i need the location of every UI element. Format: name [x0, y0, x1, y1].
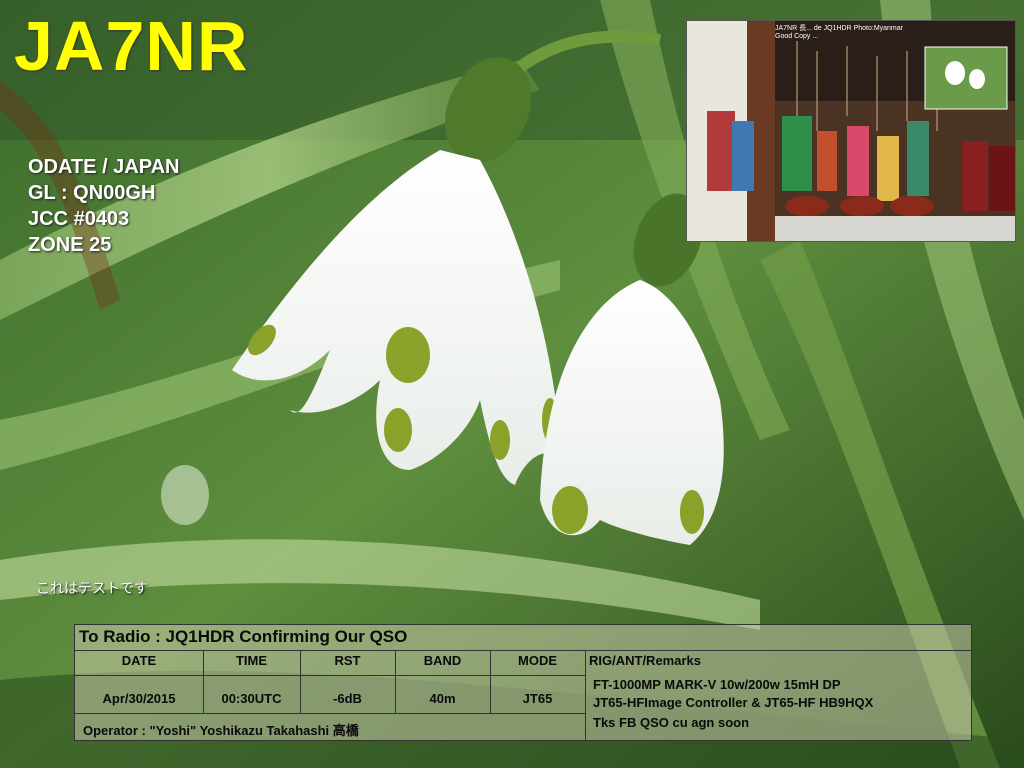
- value-rst: -6dB: [333, 691, 362, 706]
- value-date: Apr/30/2015: [102, 691, 176, 706]
- test-note: これはテストです: [36, 580, 148, 596]
- header-time: TIME: [235, 653, 268, 668]
- header-mode: MODE: [518, 653, 557, 668]
- divider: [585, 650, 586, 740]
- header-band: BAND: [423, 653, 462, 668]
- value-mode: JT65: [522, 691, 553, 706]
- station-zone: ZONE 25: [28, 234, 112, 256]
- divider: [75, 713, 585, 714]
- remark-message: Tks FB QSO cu agn soon: [593, 715, 750, 730]
- station-jcc: JCC #0403: [28, 208, 130, 230]
- value-time: 00:30UTC: [221, 691, 282, 706]
- callsign-title: JA7NR: [14, 7, 249, 85]
- header-remarks: RIG/ANT/Remarks: [589, 653, 701, 668]
- header-rst: RST: [334, 653, 361, 668]
- header-date: DATE: [121, 653, 157, 668]
- station-info: ODATE / JAPAN GL : QN00GH JCC #0403 ZONE…: [28, 154, 180, 258]
- inset-caption-line2: Good Copy ...: [775, 33, 819, 40]
- station-location: ODATE / JAPAN: [28, 156, 180, 178]
- remark-software: JT65-HFImage Controller & JT65-HF HB9HQX: [593, 695, 874, 710]
- qso-title: To Radio : JQ1HDR Confirming Our QSO: [79, 627, 408, 646]
- puppets-image: [687, 21, 1015, 241]
- divider: [75, 675, 585, 676]
- operator-name: Operator : "Yoshi" Yoshikazu Takahashi 高…: [83, 723, 359, 738]
- qso-table: To Radio : JQ1HDR Confirming Our QSO DAT…: [74, 624, 972, 741]
- value-band: 40m: [429, 691, 456, 706]
- inset-caption: JA7NR 長... de JQ1HDR Photo:Myanmar: [775, 25, 903, 32]
- remark-rig: FT-1000MP MARK-V 10w/200w 15mH DP: [593, 677, 841, 692]
- inset-photo: JA7NR 長... de JQ1HDR Photo:Myanmar Good …: [686, 20, 1016, 242]
- station-grid-locator: GL : QN00GH: [28, 182, 156, 204]
- divider: [75, 650, 971, 651]
